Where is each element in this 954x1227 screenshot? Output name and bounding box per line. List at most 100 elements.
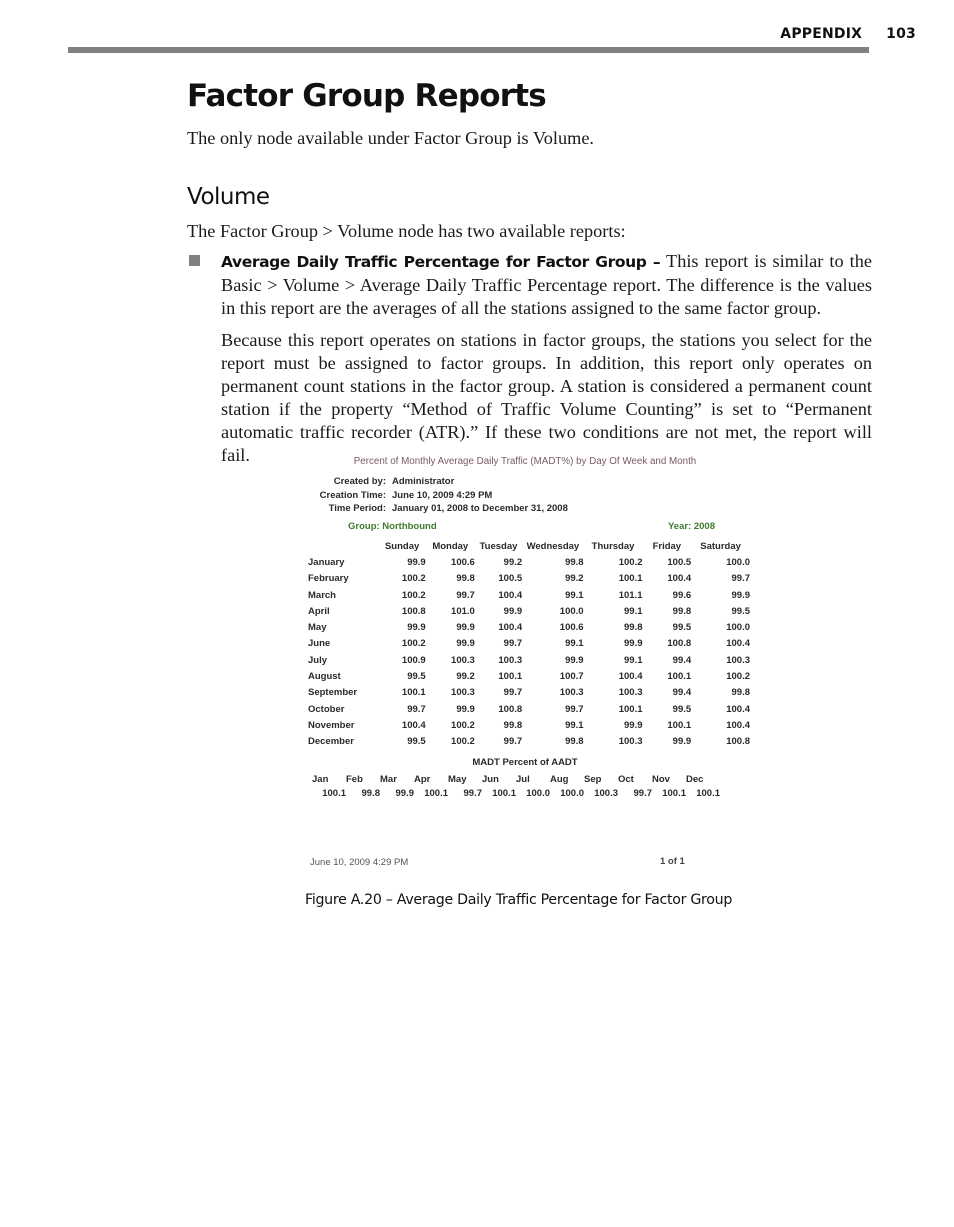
table-cell: 100.2 — [401, 638, 426, 650]
aadt-month-label: Apr — [414, 774, 431, 785]
table-cell: 99.8 — [565, 736, 584, 748]
aadt-value: 99.8 — [361, 788, 381, 799]
month-label: December — [308, 736, 354, 748]
table-cell: 101.0 — [451, 605, 475, 617]
table-cell: 99.7 — [731, 573, 751, 585]
table-row: November 100.4 100.2 99.8 99.1 99.9 100.1 100.4 — [308, 717, 750, 733]
meta-value: January 01, 2008 to December 31, 2008 — [392, 503, 568, 514]
month-label: November — [308, 719, 355, 731]
table-cell: 100.4 — [498, 622, 523, 634]
table-cell: 99.9 — [456, 638, 475, 650]
column-header: Wednesday — [526, 540, 580, 552]
table-cell: 99.2 — [456, 671, 475, 683]
table-cell: 100.2 — [401, 589, 426, 601]
table-cell: 99.9 — [624, 719, 643, 731]
table-cell: 99.9 — [407, 622, 426, 634]
madt-table: Sunday Monday Tuesday Wednesday Thursday Frid… — [308, 538, 750, 750]
table-cell: 99.1 — [565, 638, 584, 650]
running-head: APPENDIX 103 — [780, 26, 916, 42]
section-intro: The Factor Group > Volume node has two a… — [187, 221, 626, 241]
meta-value: June 10, 2009 4:29 PM — [392, 489, 493, 501]
table-cell: 100.1 — [618, 703, 643, 715]
aadt-value: 99.7 — [633, 788, 653, 799]
page-number: 103 — [886, 26, 916, 42]
table-cell: 100.5 — [667, 556, 692, 568]
body-paragraph: Because this report operates on stations… — [221, 330, 872, 465]
table-cell: 100.7 — [559, 671, 584, 683]
table-cell: 99.7 — [503, 687, 523, 699]
table-cell: 100.6 — [559, 622, 584, 634]
table-cell: 99.1 — [565, 719, 584, 731]
table-cell: 100.9 — [401, 654, 426, 666]
table-cell: 99.7 — [565, 703, 584, 715]
table-row: January 99.9 100.6 99.2 99.8 100.2 100.5 100.0 — [308, 554, 750, 570]
column-header: Saturday — [700, 540, 741, 552]
aadt-month-label: Dec — [686, 774, 704, 785]
table-cell: 100.1 — [498, 671, 523, 683]
month-label: September — [308, 687, 358, 699]
aadt-title: MADT Percent of AADT — [472, 757, 578, 768]
aadt-values-row: 100.1 99.8 99.9 100.1 99.7 100.1 100.0 100.0 100… — [312, 788, 720, 799]
year-label: Year: 2008 — [667, 521, 715, 532]
table-cell: 99.9 — [672, 736, 692, 748]
table-cell: 100.2 — [401, 573, 426, 585]
table-cell: 100.3 — [726, 654, 750, 666]
table-cell: 100.4 — [401, 719, 426, 731]
aadt-month-label: Nov — [652, 774, 670, 785]
section-heading: Volume — [187, 184, 270, 210]
aadt-months-row: Jan Feb Mar Apr May Jun Jul Aug Sep Oct Nov Dec — [312, 774, 720, 785]
table-cell: 100.3 — [559, 687, 584, 699]
page-title: Factor Group Reports — [187, 78, 547, 114]
bullet-body: Average Daily Traffic Percentage for Fac… — [221, 250, 872, 320]
column-header: Friday — [652, 540, 682, 552]
table-cell: 99.9 — [731, 589, 751, 601]
table-cell: 100.4 — [667, 573, 692, 585]
month-label: January — [308, 556, 345, 568]
aadt-month-label: Jul — [516, 774, 530, 785]
table-cell: 99.9 — [624, 638, 643, 650]
table-cell: 100.2 — [451, 719, 475, 731]
table-cell: 100.0 — [726, 556, 750, 568]
table-cell: 99.7 — [503, 736, 523, 748]
table-header-row: Sunday Monday Tuesday Wednesday Thursday Frid… — [308, 538, 750, 554]
table-cell: 99.8 — [456, 573, 475, 585]
table-cell: 100.6 — [451, 556, 475, 568]
table-cell: 99.5 — [407, 671, 426, 683]
month-label: May — [308, 622, 327, 634]
column-header: Monday — [432, 540, 469, 552]
meta-label: Creation Time: — [319, 489, 386, 501]
aadt-month-label: Aug — [550, 774, 569, 785]
table-cell: 100.3 — [451, 654, 475, 666]
aadt-value: 100.0 — [526, 788, 550, 799]
table-cell: 101.1 — [618, 589, 643, 601]
table-cell: 100.2 — [451, 736, 475, 748]
table-cell: 99.4 — [672, 654, 692, 666]
bullet-item: Average Daily Traffic Percentage for Fac… — [187, 250, 872, 320]
month-label: August — [308, 671, 341, 683]
month-label: February — [308, 573, 349, 585]
aadt-month-label: Jun — [482, 774, 499, 785]
table-cell: 100.8 — [726, 736, 750, 748]
aadt-value: 100.1 — [492, 788, 516, 799]
table-row: September 100.1 100.3 99.7 100.3 100.3 99.4 99.… — [308, 685, 750, 701]
table-cell: 99.1 — [624, 605, 643, 617]
table-cell: 100.0 — [559, 605, 584, 617]
table-body: January 99.9 100.6 99.2 99.8 100.2 100.5 100.0 F… — [308, 554, 750, 750]
table-cell: 100.4 — [618, 671, 643, 683]
table-cell: 99.9 — [565, 654, 584, 666]
table-cell: 100.2 — [618, 556, 643, 568]
column-header: Sunday — [384, 540, 420, 552]
column-header: Thursday — [591, 540, 635, 552]
table-cell: 100.4 — [726, 703, 750, 715]
table-cell: 99.5 — [672, 703, 692, 715]
report-title: Percent of Monthly Average Daily Traffic… — [353, 456, 697, 467]
table-cell: 100.3 — [618, 736, 643, 748]
table-cell: 100.1 — [667, 719, 692, 731]
month-label: April — [308, 605, 330, 617]
report-figure: Percent of Monthly Average Daily Traffic… — [300, 452, 750, 874]
table-row: June 100.2 99.9 99.7 99.1 99.9 100.8 100.4 — [308, 636, 750, 652]
aadt-month-label: Oct — [618, 774, 634, 785]
table-cell: 99.4 — [672, 687, 692, 699]
column-header — [308, 538, 379, 554]
aadt-month-label: Feb — [346, 774, 363, 785]
